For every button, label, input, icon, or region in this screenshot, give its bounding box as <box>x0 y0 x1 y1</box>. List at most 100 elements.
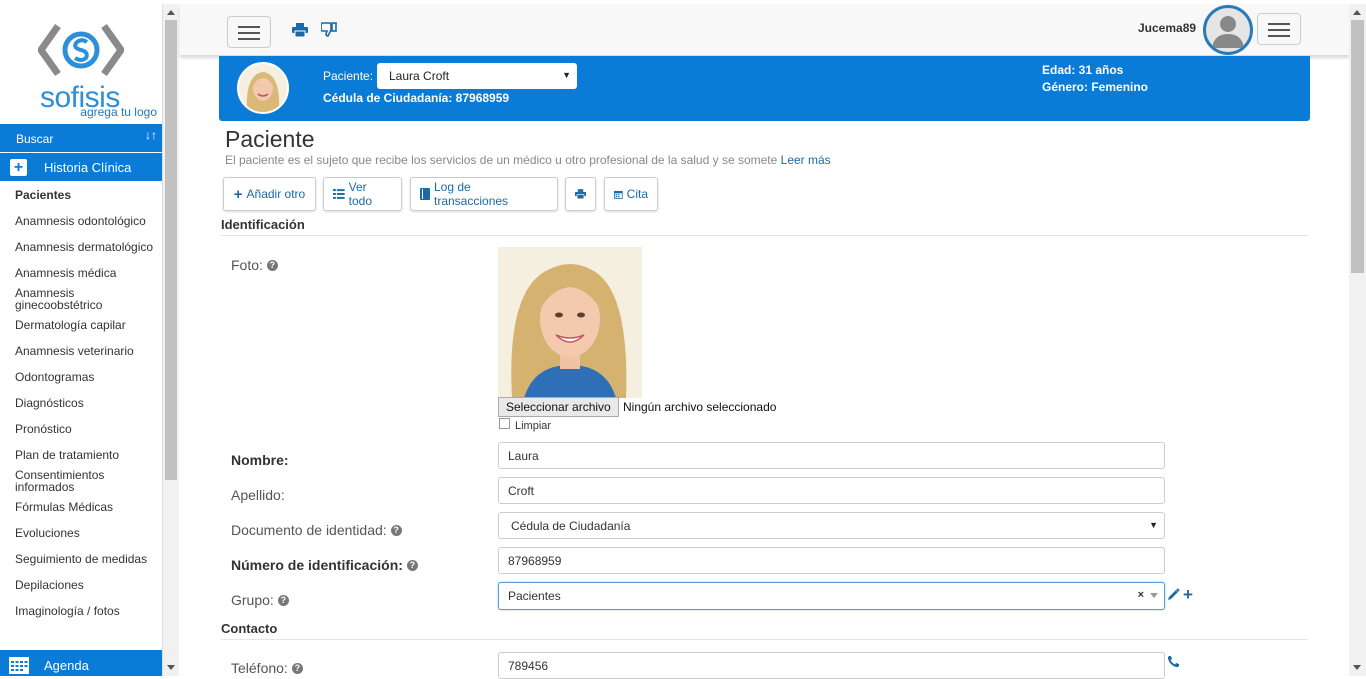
group-field-label: Grupo: ? <box>231 592 289 608</box>
agenda-label: Agenda <box>44 658 89 673</box>
patient-photo <box>498 247 642 398</box>
patient-select-value: Laura Croft <box>389 69 450 83</box>
doc-label: Documento de identidad: <box>231 522 387 538</box>
page-scroll-thumb[interactable] <box>1351 20 1364 273</box>
clear-icon[interactable]: × <box>1138 589 1144 601</box>
sidebar-item-consentimientos-informados[interactable]: Consentimientos informados <box>0 468 125 494</box>
phone-icon[interactable] <box>1167 655 1180 668</box>
caret-down-icon: ▼ <box>1149 520 1158 530</box>
idnum-label: Número de identificación: <box>231 557 403 573</box>
calendar-icon <box>9 657 29 674</box>
sidebar-item-depilaciones[interactable]: Depilaciones <box>0 572 162 598</box>
appointment-label: Cita <box>626 187 648 201</box>
sidebar-scrollbar[interactable] <box>163 4 179 676</box>
phone-input[interactable]: 789456 <box>498 652 1165 679</box>
appointment-button[interactable]: Cita <box>604 177 658 211</box>
sidebar-item-anamnesis-dermatologico[interactable]: Anamnesis dermatológico <box>0 234 162 260</box>
sidebar-scroll-thumb[interactable] <box>165 20 177 480</box>
sort-icon[interactable]: ↓↑ <box>145 128 157 142</box>
select-file-button[interactable]: Seleccionar archivo <box>498 397 619 417</box>
thumbs-down-icon[interactable] <box>321 22 337 37</box>
patient-age: Edad: 31 años <box>1042 63 1124 77</box>
sidebar-item-seguimiento-de-medidas[interactable]: Seguimiento de medidas <box>0 546 162 572</box>
view-all-label: Ver todo <box>348 180 372 208</box>
print-button[interactable] <box>565 177 596 211</box>
view-all-button[interactable]: Ver todo <box>323 177 402 211</box>
clear-label: Limpiar <box>515 420 552 432</box>
photo-label: Foto: <box>231 257 263 273</box>
sidebar-item-formulas-medicas[interactable]: Fórmulas Médicas <box>0 494 162 520</box>
phone-field-label: Teléfono: ? <box>231 660 303 676</box>
top-navbar: Jucema89 <box>180 4 1350 56</box>
user-avatar[interactable] <box>1203 5 1253 55</box>
sidebar-section-historia-clinica[interactable]: + Historia Clínica <box>0 153 162 181</box>
read-more-link[interactable]: Leer más <box>781 153 831 167</box>
help-icon[interactable]: ? <box>390 524 402 536</box>
plus-icon: + <box>10 159 27 176</box>
name-input[interactable]: Laura <box>498 442 1165 469</box>
sidebar-item-imaginologia-fotos[interactable]: Imaginología / fotos <box>0 598 162 624</box>
transaction-log-label: Log de transacciones <box>434 180 509 208</box>
page-scrollbar[interactable] <box>1349 4 1366 676</box>
patient-photo-icon <box>239 64 287 112</box>
sidebar-item-anamnesis-veterinario[interactable]: Anamnesis veterinario <box>0 338 162 364</box>
sidebar-item-odontogramas[interactable]: Odontogramas <box>0 364 162 390</box>
patient-label: Paciente: <box>323 69 374 83</box>
idnum-input[interactable]: 87968959 <box>498 547 1165 574</box>
sidebar: sofisis agrega tu logo Buscar ↓↑ + Histo… <box>0 4 163 676</box>
sidebar-menu: Pacientes Anamnesis odontológico Anamnes… <box>0 182 162 624</box>
sidebar-item-pronostico[interactable]: Pronóstico <box>0 416 162 442</box>
sidebar-item-dermatologia-capilar[interactable]: Dermatología capilar <box>0 312 162 338</box>
pencil-icon[interactable] <box>1167 588 1180 601</box>
add-group-icon[interactable]: + <box>1183 585 1193 605</box>
clear-checkbox[interactable] <box>499 418 510 429</box>
add-other-button[interactable]: + Añadir otro <box>223 177 316 211</box>
patient-banner: Paciente: Laura Croft ▼ Cédula de Ciudad… <box>219 56 1310 121</box>
username[interactable]: Jucema89 <box>1138 21 1196 35</box>
book-icon <box>420 188 430 200</box>
help-icon[interactable]: ? <box>291 662 303 674</box>
add-other-label: Añadir otro <box>246 187 306 201</box>
scroll-up-icon[interactable] <box>167 10 175 15</box>
scroll-up-icon[interactable] <box>1353 10 1361 15</box>
sidebar-item-anamnesis-ginecoobstetrico[interactable]: Anamnesis ginecoobstétrico <box>0 286 120 312</box>
photo-field-label: Foto: ? <box>231 257 278 273</box>
transaction-log-button[interactable]: Log de transacciones <box>410 177 558 211</box>
sidebar-item-plan-de-tratamiento[interactable]: Plan de tratamiento <box>0 442 162 468</box>
help-icon[interactable]: ? <box>277 594 289 606</box>
group-select[interactable]: Pacientes × <box>498 582 1165 610</box>
section-label: Historia Clínica <box>44 160 132 175</box>
group-label: Grupo: <box>231 592 274 608</box>
doc-type-value: Cédula de Ciudadanía <box>511 519 631 533</box>
sidebar-item-anamnesis-odontologico[interactable]: Anamnesis odontológico <box>0 208 162 234</box>
help-icon[interactable]: ? <box>406 559 418 571</box>
name-label: Nombre: <box>231 452 289 468</box>
scroll-down-icon[interactable] <box>167 665 175 670</box>
sidebar-section-agenda[interactable]: Agenda <box>0 650 162 676</box>
menu-toggle-button[interactable] <box>227 16 271 48</box>
group-value: Pacientes <box>508 589 561 603</box>
plus-icon: + <box>233 185 243 203</box>
sidebar-item-evoluciones[interactable]: Evoluciones <box>0 520 162 546</box>
patient-select[interactable]: Laura Croft ▼ <box>377 63 577 89</box>
phone-label: Teléfono: <box>231 660 288 676</box>
calendar-icon <box>614 190 623 199</box>
user-icon <box>1212 16 1244 48</box>
sidebar-item-anamnesis-medica[interactable]: Anamnesis médica <box>0 260 162 286</box>
sidebar-search[interactable]: Buscar ↓↑ <box>0 124 162 152</box>
patient-avatar <box>237 62 289 114</box>
doc-field-label: Documento de identidad: ? <box>231 522 402 538</box>
logo-tagline[interactable]: agrega tu logo <box>80 105 157 119</box>
sidebar-item-pacientes[interactable]: Pacientes <box>0 182 162 208</box>
user-menu-button[interactable] <box>1257 13 1301 45</box>
scroll-down-icon[interactable] <box>1353 665 1361 670</box>
sidebar-item-diagnosticos[interactable]: Diagnósticos <box>0 390 162 416</box>
help-icon[interactable]: ? <box>266 259 278 271</box>
caret-down-icon[interactable] <box>1150 593 1158 598</box>
print-icon[interactable] <box>292 23 308 37</box>
patient-cedula: Cédula de Ciudadanía: 87968959 <box>323 91 510 105</box>
lastname-label: Apellido: <box>231 487 285 503</box>
doc-type-select[interactable]: Cédula de Ciudadanía ▼ <box>498 512 1165 539</box>
lastname-input[interactable]: Croft <box>498 477 1165 504</box>
caret-down-icon: ▼ <box>562 70 571 80</box>
